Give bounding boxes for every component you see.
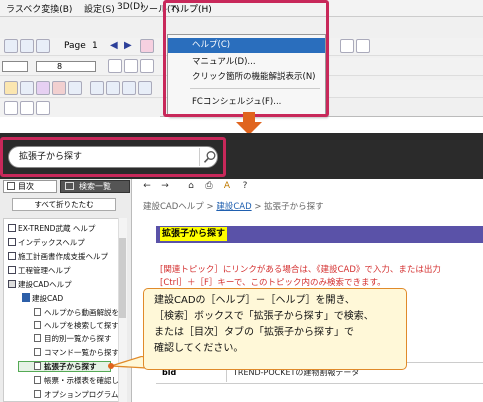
toc-item-by-extension[interactable]: 拡張子から探す: [34, 361, 97, 373]
toolbar-button[interactable]: [356, 39, 370, 53]
toolbar-button[interactable]: [124, 59, 138, 73]
toolbar-button[interactable]: [4, 101, 18, 115]
toolbar-button[interactable]: [36, 81, 50, 95]
toc-item-construction-plan[interactable]: 施工計画書作成支援ヘルプ: [8, 251, 108, 263]
font-size-icon[interactable]: A: [221, 180, 233, 192]
page-label: Page: [64, 41, 86, 51]
toolbar-button[interactable]: [140, 59, 154, 73]
back-arrow-icon[interactable]: ←: [141, 180, 153, 192]
toolbar-button[interactable]: [138, 81, 152, 95]
callout-line: または［目次］タブの「拡張子から探す」で: [154, 327, 354, 338]
cad-app-window: ラスベク変換(B) 設定(S) 3D(D) ツール(T) ヘルプ(H) Page…: [0, 0, 483, 117]
forward-arrow-icon[interactable]: →: [159, 180, 171, 192]
topic-title: 拡張子から探す: [160, 227, 228, 241]
toolbar-button[interactable]: [52, 81, 66, 95]
toc-icon: [7, 182, 15, 190]
tab-search-results[interactable]: 検索一覧: [60, 180, 130, 193]
instruction-callout: 建設CADの［ヘルプ］－［ヘルプ］を開き、 ［検索］ボックスで「拡張子から探す」…: [143, 288, 407, 370]
toc-item-search-help[interactable]: ヘルプを検索して探す: [34, 320, 119, 332]
toc-item-cad[interactable]: 建設CAD: [22, 293, 63, 305]
next-page-icon[interactable]: ▶: [124, 40, 132, 51]
toc-item-video[interactable]: ヘルプから動画解説を: [34, 307, 119, 319]
toc-item-by-purpose[interactable]: 目的別一覧から探す: [34, 333, 112, 345]
home-icon[interactable]: ⌂: [185, 180, 197, 192]
toolbar-button[interactable]: [90, 81, 104, 95]
toolbar-row-4: [0, 99, 160, 117]
callout-line: 建設CADの［ヘルプ］－［ヘルプ］を開き、: [154, 295, 355, 306]
help-menu-highlight: [163, 0, 329, 117]
breadcrumb-cad-link[interactable]: 建設CAD: [216, 202, 251, 212]
related-topic-note: [関連トピック］にリンクがある場合は、《建設CAD》で入力、または出力: [160, 265, 441, 275]
toolbar-button[interactable]: [140, 39, 154, 53]
toolbar-button[interactable]: [68, 81, 82, 95]
toolbar-button[interactable]: [122, 81, 136, 95]
menu-settings[interactable]: 設定(S): [84, 2, 115, 15]
toolbar-button[interactable]: [340, 39, 354, 53]
toc-item-ex-trend[interactable]: EX-TREND武蔵 ヘルプ: [8, 223, 95, 235]
search-shortcut-note: [Ctrl］＋［F］キーで、このトピック内のみ検索できます。: [160, 278, 386, 288]
print-icon[interactable]: ⎙: [203, 180, 215, 192]
prev-page-icon[interactable]: ◀: [110, 40, 118, 51]
toolbar-button[interactable]: [4, 81, 18, 95]
toolbar-button[interactable]: [106, 81, 120, 95]
toolbar-button[interactable]: [4, 39, 18, 53]
toc-item-forms[interactable]: 帳票・示様表を確認し: [34, 375, 119, 387]
toolbar-button[interactable]: [20, 101, 34, 115]
toolbar-button[interactable]: [20, 81, 34, 95]
toolbar-button[interactable]: [20, 39, 34, 53]
breadcrumb-root[interactable]: 建設CADヘルプ: [143, 202, 204, 212]
page-number[interactable]: 1: [92, 41, 98, 51]
line-type-select[interactable]: [2, 61, 28, 72]
breadcrumb: 建設CADヘルプ > 建設CAD > 拡張子から探す: [143, 202, 324, 212]
scroll-thumb[interactable]: [119, 238, 126, 318]
toolbar-button[interactable]: [108, 59, 122, 73]
menu-raster-vector[interactable]: ラスベク変換(B): [6, 2, 72, 15]
tab-toc-label: 目次: [18, 182, 34, 191]
toc-item-cad-help[interactable]: 建設CADヘルプ: [8, 279, 72, 291]
list-icon: [65, 182, 74, 190]
toc-item-options[interactable]: オプションプログラム: [34, 389, 119, 401]
breadcrumb-current: 拡張子から探す: [264, 202, 324, 212]
callout-line: ［検索］ボックスで「拡張子から探す」で検索、: [154, 311, 374, 322]
tab-search-label: 検索一覧: [79, 182, 111, 191]
question-icon[interactable]: ?: [239, 180, 251, 192]
collapse-all-button[interactable]: すべて折りたたむ: [12, 198, 116, 211]
toc-item-index-help[interactable]: インデックスヘルプ: [8, 237, 85, 249]
toolbar-button[interactable]: [36, 101, 50, 115]
callout-line: 確認してください。: [154, 343, 244, 354]
line-width-select[interactable]: 8: [36, 61, 96, 72]
toc-item-schedule[interactable]: 工程管理ヘルプ: [8, 265, 71, 277]
search-highlight: [0, 137, 226, 177]
tab-toc[interactable]: 目次: [3, 180, 57, 193]
toolbar-button[interactable]: [36, 39, 50, 53]
